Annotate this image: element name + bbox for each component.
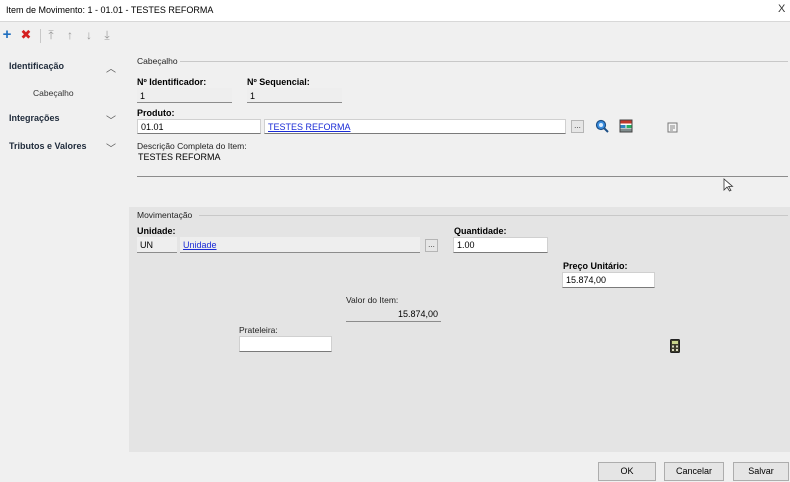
chevron-down-icon[interactable]: ﹀	[106, 140, 116, 155]
descricao-field[interactable]: TESTES REFORMA	[137, 151, 788, 177]
produto-name-link[interactable]: TESTES REFORMA	[268, 122, 351, 132]
toolbar	[0, 23, 790, 49]
descricao-value: TESTES REFORMA	[138, 152, 221, 162]
previous-record-icon[interactable]: ↑	[63, 28, 77, 42]
delete-icon[interactable]: ✖	[19, 28, 33, 42]
unidade-lookup-button[interactable]: ...	[425, 239, 438, 252]
divider	[180, 61, 788, 62]
chevron-down-icon[interactable]: ﹀	[106, 112, 116, 127]
descricao-label: Descrição Completa do Item:	[137, 141, 247, 151]
divider	[199, 215, 788, 216]
mouse-cursor-icon	[723, 178, 735, 192]
save-button[interactable]: Salvar	[733, 462, 789, 481]
next-record-icon[interactable]: ↓	[82, 28, 96, 42]
valor-item-label: Valor do Item:	[346, 295, 399, 305]
valor-item-field: 15.874,00	[346, 306, 441, 322]
sidebar-subitem-cabecalho[interactable]: Cabeçalho	[33, 88, 74, 98]
produto-lookup-button[interactable]: ...	[571, 120, 584, 133]
preco-unitario-input[interactable]: 15.874,00	[562, 272, 655, 288]
first-record-icon[interactable]: ⤒	[44, 28, 58, 42]
produto-label: Produto:	[137, 108, 175, 118]
close-button[interactable]: X	[778, 3, 790, 17]
last-record-icon[interactable]: ⤓	[100, 28, 114, 42]
ok-button[interactable]: OK	[598, 462, 656, 481]
unidade-code-field[interactable]: UN	[137, 237, 177, 253]
prateleira-input[interactable]	[239, 336, 332, 352]
add-icon[interactable]: +	[0, 27, 14, 42]
sidebar-item-identificacao[interactable]: Identificação	[9, 61, 64, 71]
quantidade-input[interactable]: 1.00	[453, 237, 548, 253]
section-title-cabecalho: Cabeçalho	[137, 56, 178, 66]
sequencial-label: Nº Sequencial:	[247, 77, 310, 87]
produto-code-input[interactable]: 01.01	[137, 119, 261, 134]
chevron-up-icon[interactable]: ︿	[106, 60, 116, 75]
produto-name-field[interactable]: TESTES REFORMA	[264, 119, 566, 134]
unidade-name-link[interactable]: Unidade	[183, 240, 217, 250]
sidebar-item-integracoes[interactable]: Integrações	[9, 113, 60, 123]
identificador-field: 1	[137, 88, 232, 103]
calculator-icon[interactable]	[670, 339, 680, 353]
prateleira-label: Prateleira:	[239, 325, 278, 335]
cancel-button[interactable]: Cancelar	[664, 462, 724, 481]
toolbar-separator	[40, 29, 41, 43]
unidade-label: Unidade:	[137, 226, 176, 236]
section-title-movimentacao: Movimentação	[137, 210, 193, 220]
grid-view-icon[interactable]	[619, 119, 633, 133]
quantidade-label: Quantidade:	[454, 226, 507, 236]
sidebar-item-tributos[interactable]: Tributos e Valores	[9, 141, 87, 151]
edit-form-icon[interactable]	[667, 121, 679, 133]
window-title: Item de Movimento: 1 - 01.01 - TESTES RE…	[6, 5, 214, 15]
unidade-name-field[interactable]: Unidade	[180, 237, 420, 253]
preco-unitario-label: Preço Unitário:	[563, 261, 628, 271]
sequencial-field: 1	[247, 88, 342, 103]
identificador-label: Nº Identificador:	[137, 77, 207, 87]
search-icon[interactable]	[595, 119, 609, 133]
